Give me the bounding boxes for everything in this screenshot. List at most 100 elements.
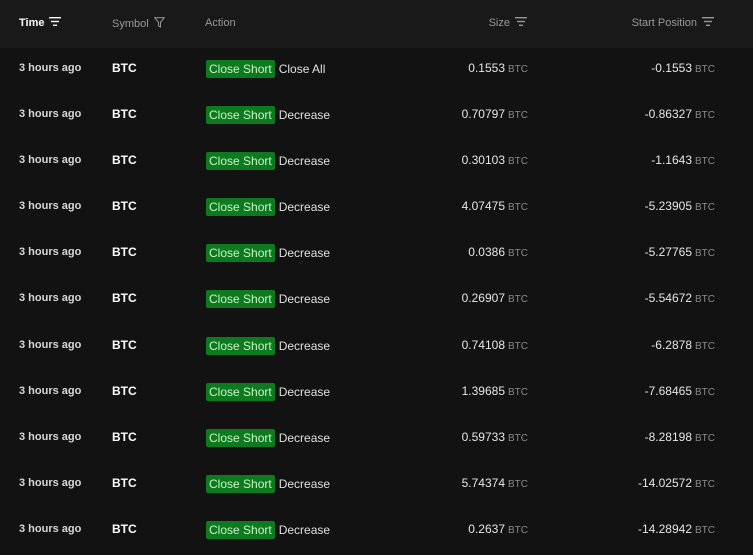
row-size-value: 4.07475	[461, 199, 505, 214]
close-short-badge: Close Short	[206, 60, 275, 78]
row-start-value: -6.2878	[651, 337, 692, 352]
row-action: Close Short Decrease	[206, 152, 331, 171]
row-symbol: BTC	[112, 61, 137, 75]
close-short-badge: Close Short	[206, 290, 275, 309]
row-start-value: -5.54672	[644, 291, 692, 306]
row-start-unit: BTC	[695, 202, 715, 214]
row-start-value: -7.68465	[644, 383, 692, 398]
row-start-unit: BTC	[695, 156, 715, 168]
table-row[interactable]: 3 hours ago BTC Close Short Decrease 0.7…	[0, 94, 753, 140]
row-start-value: -8.28198	[644, 429, 692, 444]
row-symbol: BTC	[112, 107, 137, 122]
close-short-badge: Close Short	[206, 382, 275, 401]
row-time: 3 hours ago	[19, 338, 82, 351]
table-row[interactable]: 3 hours ago BTC Close Short Decrease 0.0…	[0, 232, 753, 278]
row-size-value: 0.30103	[461, 153, 505, 168]
table-row[interactable]: 3 hours ago BTC Close Short Close All 0.…	[0, 48, 753, 94]
table-row[interactable]: 3 hours ago BTC Close Short Decrease 0.2…	[0, 509, 753, 555]
row-start-position: -7.68465 BTC	[645, 383, 715, 401]
close-short-badge: Close Short	[206, 152, 275, 171]
table-row[interactable]: 3 hours ago BTC Close Short Decrease 1.3…	[0, 371, 753, 417]
row-size-value: 0.0386	[468, 245, 505, 260]
header-symbol-label: Symbol	[112, 18, 149, 30]
row-action: Close Short Decrease	[206, 244, 331, 263]
header-time-label: Time	[19, 17, 45, 29]
row-symbol: BTC	[112, 199, 137, 214]
row-size: 0.30103 BTC	[462, 152, 528, 170]
row-action: Close Short Decrease	[206, 106, 330, 125]
row-action-text: Decrease	[278, 292, 331, 307]
table-header: Time Symbol Action Size Start Position	[0, 0, 753, 48]
header-start-position[interactable]: Start Position	[632, 17, 714, 29]
header-symbol[interactable]: Symbol	[112, 17, 166, 31]
row-action-text: Close All	[278, 62, 326, 76]
header-action: Action	[205, 17, 236, 29]
row-action: Close Short Decrease	[206, 198, 330, 217]
row-size: 4.07475 BTC	[462, 198, 528, 216]
close-short-badge: Close Short	[206, 520, 275, 539]
row-time: 3 hours ago	[19, 476, 82, 489]
row-start-position: -14.28942 BTC	[638, 521, 715, 539]
row-size: 0.0386 BTC	[468, 244, 528, 262]
row-start-position: -6.2878 BTC	[651, 337, 715, 355]
sort-lines-icon[interactable]	[49, 17, 62, 29]
table-row[interactable]: 3 hours ago BTC Close Short Decrease 5.7…	[0, 463, 753, 509]
row-size-value: 0.70797	[461, 107, 505, 122]
table-row[interactable]: 3 hours ago BTC Close Short Decrease 0.2…	[0, 278, 753, 324]
close-short-badge: Close Short	[206, 474, 275, 493]
row-symbol: BTC	[112, 153, 137, 168]
close-short-badge: Close Short	[206, 198, 275, 217]
row-start-position: -0.1553 BTC	[651, 60, 715, 78]
row-start-position: -5.23905 BTC	[645, 198, 715, 216]
row-time: 3 hours ago	[19, 154, 82, 167]
row-size-unit: BTC	[508, 248, 528, 260]
sort-lines-icon[interactable]	[515, 17, 527, 29]
row-action-text: Decrease	[278, 154, 331, 169]
header-size[interactable]: Size	[489, 17, 527, 29]
row-size: 0.26907 BTC	[462, 290, 528, 308]
row-action-text: Decrease	[278, 338, 331, 353]
row-action-text: Decrease	[278, 522, 331, 537]
row-time: 3 hours ago	[19, 522, 82, 535]
header-time[interactable]: Time	[19, 17, 62, 29]
row-start-value: -1.1643	[651, 153, 692, 168]
row-start-position: -8.28198 BTC	[645, 429, 715, 447]
row-size-value: 0.1553	[468, 61, 505, 75]
row-start-position: -1.1643 BTC	[651, 152, 715, 170]
row-time: 3 hours ago	[19, 108, 82, 121]
sort-lines-icon[interactable]	[702, 17, 714, 29]
row-size-value: 1.39685	[461, 383, 505, 398]
row-start-position: -14.02572 BTC	[638, 475, 715, 493]
row-start-unit: BTC	[695, 110, 715, 122]
row-symbol: BTC	[112, 337, 137, 352]
table-row[interactable]: 3 hours ago BTC Close Short Decrease 0.7…	[0, 325, 753, 371]
row-time: 3 hours ago	[19, 430, 82, 443]
table-row[interactable]: 3 hours ago BTC Close Short Decrease 4.0…	[0, 186, 753, 232]
row-size-unit: BTC	[508, 524, 528, 536]
row-action: Close Short Close All	[206, 60, 325, 78]
table-row[interactable]: 3 hours ago BTC Close Short Decrease 0.3…	[0, 140, 753, 186]
row-size-unit: BTC	[508, 478, 528, 490]
row-action: Close Short Decrease	[206, 336, 331, 355]
close-short-badge: Close Short	[206, 106, 275, 125]
row-time: 3 hours ago	[19, 246, 82, 259]
table-row[interactable]: 3 hours ago BTC Close Short Decrease 0.5…	[0, 417, 753, 463]
row-size-unit: BTC	[508, 432, 528, 444]
close-short-badge: Close Short	[206, 428, 275, 447]
row-start-unit: BTC	[695, 386, 715, 398]
row-size: 1.39685 BTC	[462, 383, 528, 401]
row-start-unit: BTC	[695, 524, 715, 536]
row-start-unit: BTC	[695, 248, 715, 260]
row-action-text: Decrease	[278, 246, 331, 261]
row-action-text: Decrease	[278, 384, 331, 399]
row-time: 3 hours ago	[19, 200, 82, 213]
row-size: 0.74108 BTC	[462, 337, 528, 355]
row-action: Close Short Decrease	[206, 428, 330, 447]
row-size-value: 0.2637	[468, 521, 505, 536]
filter-funnel-icon[interactable]	[153, 17, 166, 31]
row-size-unit: BTC	[508, 294, 528, 306]
row-size: 0.59733 BTC	[462, 429, 528, 447]
row-start-position: -5.27765 BTC	[645, 244, 715, 262]
header-size-label: Size	[488, 17, 510, 29]
close-short-badge: Close Short	[206, 244, 275, 263]
